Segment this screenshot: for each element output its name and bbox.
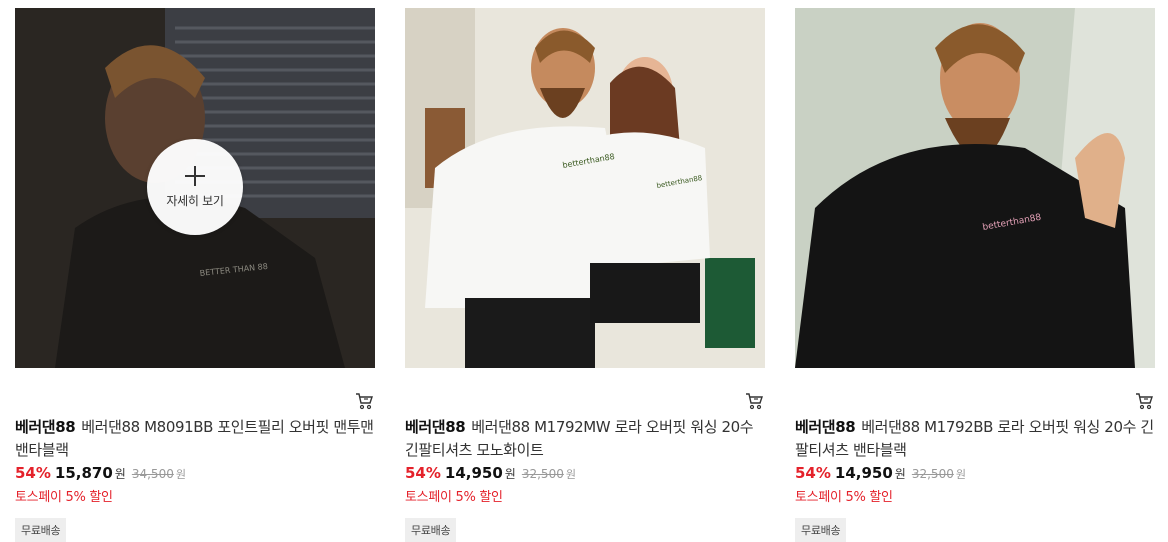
product-image[interactable]: betterthan88 betterthan88 bbox=[405, 8, 765, 368]
original-currency-unit: 원 bbox=[175, 468, 186, 481]
discount-rate: 54% bbox=[405, 464, 441, 482]
discount-rate: 54% bbox=[795, 464, 831, 482]
price-row: 54% 14,950 원 32,500 원 bbox=[405, 464, 765, 484]
detail-view-button[interactable]: 자세히 보기 bbox=[147, 139, 243, 235]
cart-icon[interactable] bbox=[745, 392, 763, 410]
free-shipping-badge: 무료배송 bbox=[405, 518, 457, 542]
product-grid: BETTER THAN 88 자세히 보기 베러댄88 베러댄88 M8091BB… bbox=[0, 0, 1168, 542]
price-row: 54% 15,870 원 34,500 원 bbox=[15, 464, 375, 484]
product-image[interactable]: BETTER THAN 88 자세히 보기 bbox=[15, 8, 375, 368]
currency-unit: 원 bbox=[114, 467, 126, 481]
cart-icon[interactable] bbox=[355, 392, 373, 410]
cart-row bbox=[405, 368, 765, 410]
detail-view-label: 자세히 보기 bbox=[166, 193, 224, 208]
tosspay-discount: 토스페이 5% 할인 bbox=[795, 490, 893, 505]
product-image[interactable]: betterthan88 bbox=[795, 8, 1155, 368]
free-shipping-badge: 무료배송 bbox=[15, 518, 67, 542]
original-currency-unit: 원 bbox=[955, 468, 966, 481]
free-shipping-badge: 무료배송 bbox=[795, 518, 847, 542]
product-title[interactable]: 베러댄88 베러댄88 M8091BB 포인트필리 오버핏 맨투맨 밴타블랙 bbox=[15, 416, 375, 462]
product-card[interactable]: betterthan88 betterthan88 베러댄88 베러댄88 M17… bbox=[405, 8, 765, 542]
currency-unit: 원 bbox=[504, 467, 516, 481]
original-price: 32,500 bbox=[521, 467, 564, 481]
product-card[interactable]: betterthan88 베러댄88 베러댄88 M1792BB 로라 오버핏 워… bbox=[795, 8, 1155, 542]
tosspay-discount: 토스페이 5% 할인 bbox=[15, 490, 113, 505]
product-photo-black-tee: betterthan88 bbox=[795, 8, 1155, 368]
product-title[interactable]: 베러댄88 베러댄88 M1792BB 로라 오버핏 워싱 20수 긴팔티셔츠 밴… bbox=[795, 416, 1155, 462]
product-title[interactable]: 베러댄88 베러댄88 M1792MW 로라 오버핏 워싱 20수 긴팔티셔츠 모… bbox=[405, 416, 765, 462]
original-price: 32,500 bbox=[911, 467, 954, 481]
product-card[interactable]: BETTER THAN 88 자세히 보기 베러댄88 베러댄88 M8091BB… bbox=[15, 8, 375, 542]
brand-name: 베러댄88 bbox=[405, 418, 466, 436]
original-currency-unit: 원 bbox=[565, 468, 576, 481]
plus-icon bbox=[185, 165, 205, 186]
brand-name: 베러댄88 bbox=[15, 418, 76, 436]
cart-icon[interactable] bbox=[1135, 392, 1153, 410]
discount-rate: 54% bbox=[15, 464, 51, 482]
price-row: 54% 14,950 원 32,500 원 bbox=[795, 464, 1155, 484]
product-photo-white-tee: betterthan88 betterthan88 bbox=[405, 8, 765, 368]
original-price: 34,500 bbox=[131, 467, 174, 481]
brand-name: 베러댄88 bbox=[795, 418, 856, 436]
cart-row bbox=[15, 368, 375, 410]
sale-price: 14,950 bbox=[834, 464, 893, 482]
sale-price: 14,950 bbox=[444, 464, 503, 482]
cart-row bbox=[795, 368, 1155, 410]
tosspay-discount: 토스페이 5% 할인 bbox=[405, 490, 503, 505]
sale-price: 15,870 bbox=[54, 464, 113, 482]
currency-unit: 원 bbox=[894, 467, 906, 481]
